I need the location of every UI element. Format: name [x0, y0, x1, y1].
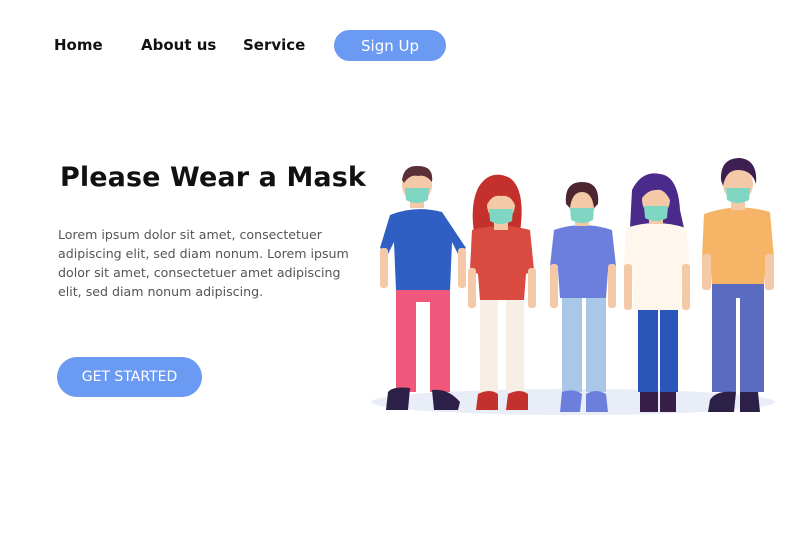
- nav-about-link[interactable]: About us: [141, 36, 216, 54]
- hero-title: Please Wear a Mask: [60, 162, 366, 193]
- landing-page: Home About us Service Sign Up Please Wea…: [0, 0, 800, 546]
- people-wearing-masks-illustration: [371, 158, 775, 415]
- hero-description: Lorem ipsum dolor sit amet, consectetuer…: [58, 227, 349, 299]
- nav-home-link[interactable]: Home: [54, 36, 103, 54]
- person-5: [702, 158, 774, 412]
- person-1: [380, 165, 466, 410]
- person-2: [468, 174, 536, 410]
- nav-service-link[interactable]: Service: [243, 36, 305, 54]
- person-4: [624, 173, 690, 412]
- get-started-button[interactable]: GET STARTED: [57, 357, 202, 397]
- person-3: [550, 182, 616, 412]
- sign-up-button[interactable]: Sign Up: [334, 30, 446, 61]
